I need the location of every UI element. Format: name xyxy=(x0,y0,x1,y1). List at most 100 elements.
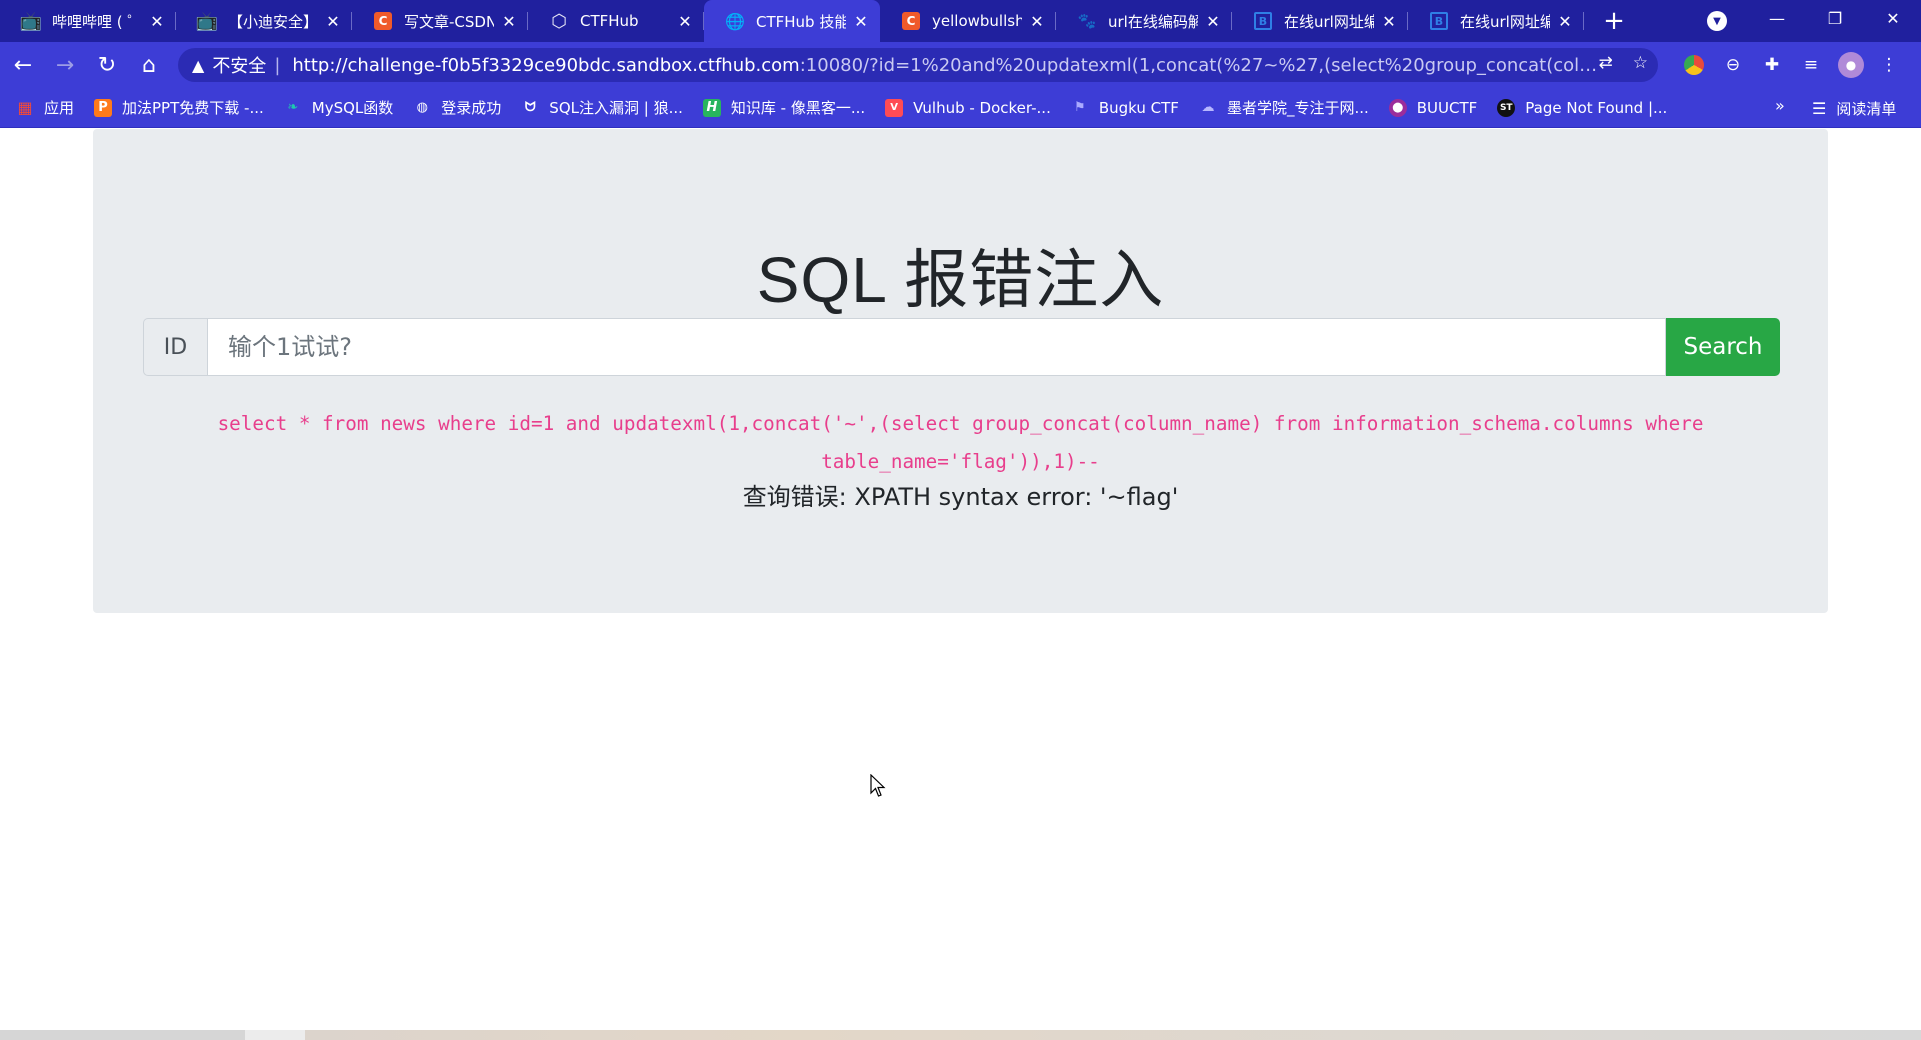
b-square-icon: B xyxy=(1254,12,1272,30)
address-bar[interactable]: ▲ 不安全 | http://challenge-f0b5f3329ce90bd… xyxy=(178,48,1658,82)
buuctf-icon: ● xyxy=(1388,98,1407,117)
apps-grid-icon: ▦ xyxy=(17,98,33,117)
tab-title: yellowbullshit xyxy=(932,12,1022,30)
close-icon[interactable]: ✕ xyxy=(1204,12,1222,31)
minimize-icon[interactable]: — xyxy=(1748,0,1806,36)
bookmark-label: Bugku CTF xyxy=(1098,98,1179,117)
forward-icon[interactable]: → xyxy=(46,46,84,84)
bookmarks-overflow-icon[interactable]: » xyxy=(1775,96,1785,115)
id-input[interactable] xyxy=(207,318,1666,376)
ppt-icon: P xyxy=(94,98,113,117)
tab-title: 哔哩哔哩 ( ゜- ゜)つロ 干杯~ xyxy=(52,12,142,31)
bookmark-login[interactable]: ◍ 登录成功 xyxy=(413,97,502,118)
media-control-icon[interactable]: ≡ xyxy=(1798,52,1824,78)
tab-title: 在线url网址编码 xyxy=(1284,12,1374,31)
bookmark-ppt[interactable]: P 加法PPT免费下载 -... xyxy=(94,97,264,118)
baidu-paw-icon: 🐾 xyxy=(1077,12,1097,30)
bookmark-mysql[interactable]: ❧ MySQL函数 xyxy=(284,97,394,118)
translate-icon[interactable]: ⇄ xyxy=(1599,53,1613,73)
close-icon[interactable]: ✕ xyxy=(1556,12,1574,31)
sql-query-line: table_name='flag')),1)-- xyxy=(821,450,1100,473)
window-close-icon[interactable]: ✕ xyxy=(1864,0,1921,36)
tab-bilibili[interactable]: 📺 哔哩哔哩 ( ゜- ゜)つロ 干杯~ ✕ xyxy=(0,0,176,42)
close-icon[interactable]: ✕ xyxy=(852,12,870,31)
tab-xiaodi[interactable]: 📺 【小迪安全】2021 ✕ xyxy=(176,0,352,42)
bookmark-label: 墨者学院_专注于网... xyxy=(1226,99,1369,117)
back-icon[interactable]: ← xyxy=(4,46,42,84)
bookmark-page-not-found[interactable]: ST Page Not Found |... xyxy=(1497,98,1668,117)
flag-icon: ⚑ xyxy=(1074,100,1086,115)
menu-kebab-icon[interactable]: ⋮ xyxy=(1876,52,1902,78)
url-path[interactable]: :10080/?id=1%20and%20updatexml(1,concat(… xyxy=(800,55,1600,76)
bookmark-label: 应用 xyxy=(44,99,75,117)
bilibili-icon: 📺 xyxy=(19,10,43,32)
tab-url-encode[interactable]: 🐾 url在线编码解码 ✕ xyxy=(1056,0,1232,42)
st-icon: ST xyxy=(1497,98,1516,117)
warning-icon[interactable]: ▲ xyxy=(192,56,204,75)
tab-title: 【小迪安全】2021 xyxy=(228,12,318,31)
tab-search-icon[interactable]: ▼ xyxy=(1707,11,1727,31)
bookmark-knowledge[interactable]: H 知识库 - 像黑客一... xyxy=(702,97,866,118)
leaf-icon: ❧ xyxy=(287,100,299,115)
reload-icon[interactable]: ↻ xyxy=(88,46,126,84)
bookmark-vulhub[interactable]: V Vulhub - Docker-... xyxy=(885,98,1051,117)
restore-icon[interactable]: ❐ xyxy=(1806,0,1864,36)
tab-yellowbullshit[interactable]: C yellowbullshit ✕ xyxy=(880,0,1056,42)
bookmark-mozhe[interactable]: ☁ 墨者学院_专注于网... xyxy=(1199,97,1369,118)
globe-icon: 🌐 xyxy=(725,11,745,31)
taskbar-strip xyxy=(0,1030,1921,1040)
jumbotron: SQL 报错注入 ID Search select * from news wh… xyxy=(93,129,1828,613)
separator: | xyxy=(274,54,281,76)
security-status[interactable]: 不安全 xyxy=(212,52,266,78)
url-host[interactable]: http://challenge-f0b5f3329ce90bdc.sandbo… xyxy=(292,55,799,76)
home-icon[interactable]: ⌂ xyxy=(130,46,168,84)
new-tab-button[interactable]: + xyxy=(1594,0,1634,42)
close-icon[interactable]: ✕ xyxy=(676,12,694,31)
cloud-icon: ☁ xyxy=(1201,100,1215,115)
page-content: SQL 报错注入 ID Search select * from news wh… xyxy=(0,129,1921,1030)
bookmarks-bar: ▦ 应用 P 加法PPT免费下载 -... ❧ MySQL函数 ◍ 登录成功 ᗢ… xyxy=(0,88,1921,128)
bookmark-label: 登录成功 xyxy=(441,99,502,117)
bookmark-buuctf[interactable]: ● BUUCTF xyxy=(1388,98,1478,117)
csdn-icon: C xyxy=(374,12,392,30)
bookmark-bugku[interactable]: ⚑ Bugku CTF xyxy=(1071,99,1179,117)
tab-title: CTFHub 技能树 xyxy=(756,12,846,31)
star-icon[interactable]: ☆ xyxy=(1633,53,1648,73)
bookmark-label: SQL注入漏洞 | 狼... xyxy=(549,99,683,117)
bookmark-label: Vulhub - Docker-... xyxy=(913,98,1051,117)
search-button[interactable]: Search xyxy=(1666,318,1780,376)
cat-icon: ᗢ xyxy=(524,100,536,115)
csdn-icon: C xyxy=(902,12,920,30)
profile-avatar[interactable]: ● xyxy=(1838,52,1864,78)
tab-title: CTFHub xyxy=(580,12,639,30)
bookmark-label: Page Not Found |... xyxy=(1525,98,1668,117)
tab-csdn-write[interactable]: C 写文章-CSDN博客 ✕ xyxy=(352,0,528,42)
search-form: ID Search xyxy=(143,318,1780,376)
block-icon[interactable]: ⊖ xyxy=(1720,52,1746,78)
error-message: 查询错误: XPATH syntax error: '~flag' xyxy=(742,483,1179,511)
close-icon[interactable]: ✕ xyxy=(1380,12,1398,31)
bookmark-apps[interactable]: ▦ 应用 xyxy=(16,97,74,118)
id-label: ID xyxy=(143,318,207,376)
tab-strip: 📺 哔哩哔哩 ( ゜- ゜)つロ 干杯~ ✕ 📺 【小迪安全】2021 ✕ C … xyxy=(0,0,1921,42)
extensions-puzzle-icon[interactable]: ✚ xyxy=(1759,52,1785,78)
reading-list-icon: ☰ xyxy=(1812,98,1827,118)
bookmark-label: 知识库 - 像黑客一... xyxy=(730,99,866,117)
bookmark-label: MySQL函数 xyxy=(311,99,394,117)
h-icon: H xyxy=(702,98,721,117)
mouse-cursor-icon xyxy=(870,774,886,797)
extension-color-icon[interactable] xyxy=(1681,52,1707,78)
close-icon[interactable]: ✕ xyxy=(324,12,342,31)
close-icon[interactable]: ✕ xyxy=(1028,12,1046,31)
bookmark-label: BUUCTF xyxy=(1416,98,1478,117)
tab-ctfhub-skilltree[interactable]: 🌐 CTFHub 技能树 ✕ xyxy=(704,0,880,42)
tab-title: 在线url网址编码 xyxy=(1460,12,1550,31)
tab-url-encode-2[interactable]: B 在线url网址编码 ✕ xyxy=(1232,0,1408,42)
bookmark-sql-injection[interactable]: ᗢ SQL注入漏洞 | 狼... xyxy=(521,97,683,118)
tab-ctfhub[interactable]: ⬡ CTFHub ✕ xyxy=(528,0,704,42)
reading-list-button[interactable]: ☰ 阅读清单 xyxy=(1812,88,1896,128)
close-icon[interactable]: ✕ xyxy=(500,12,518,31)
reading-list-label: 阅读清单 xyxy=(1836,99,1897,118)
tab-url-encode-3[interactable]: B 在线url网址编码 ✕ xyxy=(1408,0,1584,42)
close-icon[interactable]: ✕ xyxy=(148,12,166,31)
